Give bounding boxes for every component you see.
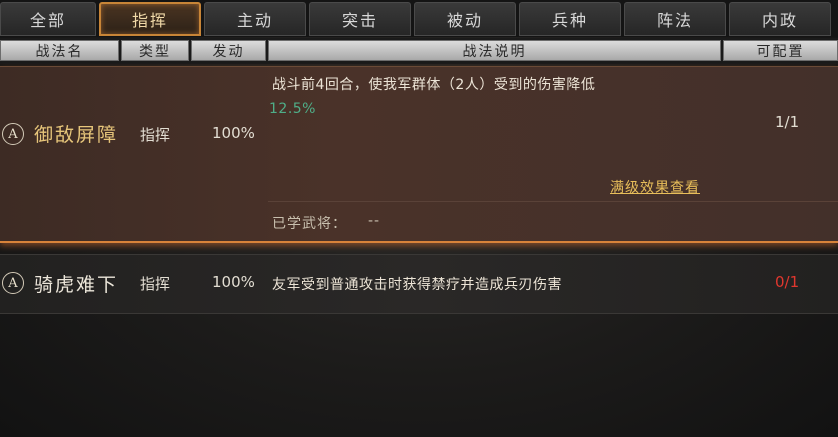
tab-command[interactable]: 指挥 — [99, 2, 201, 36]
config-count: 0/1 — [775, 273, 800, 291]
tab-troop[interactable]: 兵种 — [519, 2, 621, 36]
header-description: 战法说明 — [268, 40, 721, 61]
skill-name: 御敌屏障 — [34, 124, 119, 146]
skill-rate: 100% — [212, 273, 255, 291]
table-row[interactable]: A 骑虎难下 指挥 100% 友军受到普通攻击时获得禁疗并造成兵刃伤害 0/1 — [0, 254, 838, 314]
header-skill-name[interactable]: 战法名 — [0, 40, 119, 61]
divider — [268, 201, 838, 202]
tab-formation[interactable]: 阵法 — [624, 2, 726, 36]
max-level-effect-link[interactable]: 满级效果查看 — [610, 177, 700, 197]
category-tabs: 全部 指挥 主动 突击 被动 兵种 阵法 内政 — [0, 0, 838, 37]
skill-type: 指挥 — [140, 275, 171, 293]
tab-assault[interactable]: 突击 — [309, 2, 411, 36]
header-trigger[interactable]: 发动 — [191, 40, 266, 61]
skill-rate: 100% — [212, 124, 255, 142]
tab-passive[interactable]: 被动 — [414, 2, 516, 36]
table-header: 战法名 类型 发动 战法说明 可配置 — [0, 38, 838, 64]
tab-active[interactable]: 主动 — [204, 2, 306, 36]
skill-type: 指挥 — [140, 126, 171, 144]
header-configurable[interactable]: 可配置 — [723, 40, 838, 61]
learned-generals-value: -- — [368, 213, 381, 229]
skill-name: 骑虎难下 — [34, 274, 119, 296]
grade-badge: A — [2, 272, 24, 294]
tab-internal[interactable]: 内政 — [729, 2, 831, 36]
tab-all[interactable]: 全部 — [0, 2, 96, 36]
learned-generals-label: 已学武将： — [272, 216, 347, 232]
grade-badge: A — [2, 123, 24, 145]
config-count: 1/1 — [775, 113, 800, 131]
skill-description: 战斗前4回合，使我军群体（2人）受到的伤害降低 — [272, 77, 596, 93]
skill-description-value: 12.5% — [269, 101, 316, 117]
header-type[interactable]: 类型 — [121, 40, 189, 61]
table-row[interactable]: A 御敌屏障 指挥 100% 战斗前4回合，使我军群体（2人）受到的伤害降低 1… — [0, 66, 838, 243]
skill-description: 友军受到普通攻击时获得禁疗并造成兵刃伤害 — [272, 277, 562, 293]
